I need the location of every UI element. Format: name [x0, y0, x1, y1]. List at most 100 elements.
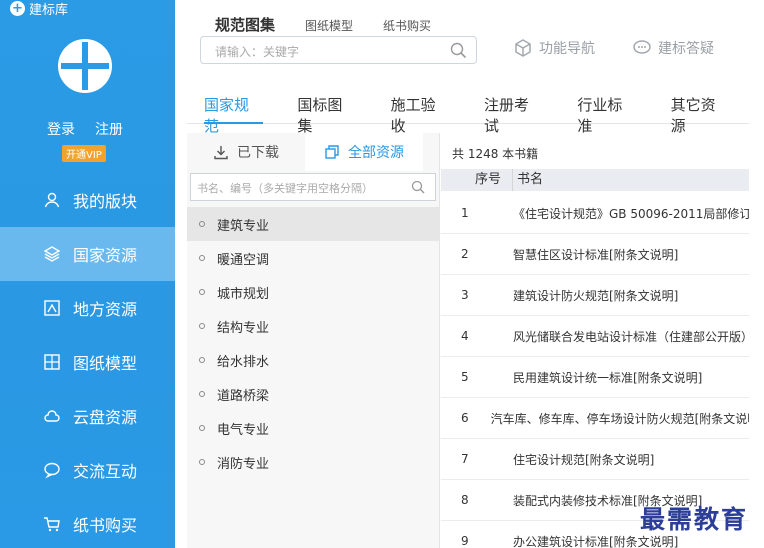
category-label: 城市规划: [217, 286, 270, 302]
bullet-icon: [199, 391, 205, 397]
sidebar-item-label: 地方资源: [73, 300, 138, 319]
bullet-icon: [199, 459, 205, 465]
category-item-architecture[interactable]: 建筑专业: [187, 207, 440, 241]
book-title[interactable]: 汽车库、修车库、停车场设计防火规范[附条文说明]: [491, 410, 764, 427]
chat-icon: [44, 462, 60, 479]
tab-national-atlas[interactable]: 国标图集: [297, 86, 356, 135]
search-icon[interactable]: [411, 180, 425, 194]
category-item-water[interactable]: 给水排水: [187, 343, 440, 377]
filter-panel: 已下载 全部资源 书名、编号（多关键字用空格分隔） 建筑专业 暖通空调 城市规划…: [187, 133, 440, 548]
sidebar-item-drawings[interactable]: 图纸模型: [0, 335, 175, 389]
cloud-icon: [44, 410, 60, 422]
book-count: 共 1248 本书籍: [452, 147, 539, 161]
tab-downloaded-label: 已下载: [237, 145, 279, 161]
top-bar: 规范图集 图纸模型 纸书购买 请输入：关键字 功能导航 建标答疑: [175, 0, 764, 75]
bullet-icon: [199, 357, 205, 363]
qa-label: 建标答疑: [658, 41, 714, 57]
column-header-number[interactable]: 序号: [441, 169, 513, 191]
login-link[interactable]: 登录: [47, 119, 75, 139]
download-icon: [214, 146, 228, 160]
category-item-structure[interactable]: 结构专业: [187, 309, 440, 343]
qa-button[interactable]: 建标答疑: [632, 38, 714, 58]
tab-industry-standards[interactable]: 行业标准: [577, 86, 636, 135]
column-header-name[interactable]: 书名: [513, 169, 543, 191]
watermark: 最需教育: [640, 505, 749, 534]
book-search-input[interactable]: 书名、编号（多关键字用空格分隔）: [190, 173, 436, 201]
row-number: 6: [461, 411, 469, 425]
table-row[interactable]: 6 汽车库、修车库、停车场设计防火规范[附条文说明]: [441, 398, 764, 439]
category-label: 给水排水: [217, 354, 270, 370]
tab-national-standards[interactable]: 国家规范: [204, 86, 264, 135]
blueprint-icon: [44, 354, 60, 370]
cart-icon: [44, 517, 60, 532]
category-label: 结构专业: [217, 320, 270, 336]
row-number: 3: [461, 288, 469, 302]
copy-icon: [325, 145, 339, 159]
top-tabs: 规范图集 图纸模型 纸书购买: [215, 14, 431, 35]
row-number: 1: [461, 206, 469, 220]
speech-bubble-icon: [633, 40, 651, 54]
row-number: 5: [461, 370, 469, 384]
table-row[interactable]: 1 《住宅设计规范》GB 50096-2011局部修订: [441, 193, 764, 234]
sidebar-item-cloud[interactable]: 云盘资源: [0, 389, 175, 443]
table-row[interactable]: 4 风光储联合发电站设计标准（住建部公开版）: [441, 316, 764, 357]
tab-all-resources[interactable]: 全部资源: [305, 133, 423, 171]
category-item-urban-planning[interactable]: 城市规划: [187, 275, 440, 309]
category-item-roads-bridges[interactable]: 道路桥梁: [187, 377, 440, 411]
category-item-hvac[interactable]: 暖通空调: [187, 241, 440, 275]
category-item-fire-protection[interactable]: 消防专业: [187, 445, 440, 479]
book-title[interactable]: 《住宅设计规范》GB 50096-2011局部修订: [513, 205, 751, 222]
function-nav-button[interactable]: 功能导航: [513, 38, 595, 58]
sidebar-item-label: 云盘资源: [73, 408, 138, 427]
sidebar-item-local-resources[interactable]: 地方资源: [0, 281, 175, 335]
book-title[interactable]: 民用建筑设计统一标准[附条文说明]: [513, 369, 702, 386]
search-placeholder: 请输入：关键字: [215, 45, 300, 59]
auth-links: 登录 注册: [47, 119, 123, 139]
tab-downloaded[interactable]: 已下载: [187, 133, 305, 171]
book-title[interactable]: 建筑设计防火规范[附条文说明]: [513, 287, 678, 304]
category-tabs: 国家规范 国标图集 施工验收 注册考试 行业标准 其它资源: [187, 86, 764, 135]
tab-other-resources[interactable]: 其它资源: [671, 86, 730, 135]
category-label: 消防专业: [217, 456, 270, 472]
table-body: 1 《住宅设计规范》GB 50096-2011局部修订 2 智慧住区设计标准[附条文…: [441, 193, 764, 548]
tab-all-resources-label: 全部资源: [348, 145, 404, 161]
sidebar: + 建标库 登录 注册 开通VIP 我的版块 国家资源 地方资源 图纸模型 云盘…: [0, 0, 175, 548]
book-title[interactable]: 风光储联合发电站设计标准（住建部公开版）: [513, 328, 753, 345]
sidebar-item-label: 国家资源: [73, 246, 138, 265]
table-row[interactable]: 2 智慧住区设计标准[附条文说明]: [441, 234, 764, 275]
table-header: 序号 书名: [441, 169, 764, 191]
row-number: 7: [461, 452, 469, 466]
table-row[interactable]: 3 建筑设计防火规范[附条文说明]: [441, 275, 764, 316]
table-row[interactable]: 7 住宅设计规范[附条文说明]: [441, 439, 764, 480]
row-number: 4: [461, 329, 469, 343]
tab-paper-books[interactable]: 纸书购买: [383, 17, 431, 34]
sidebar-item-community[interactable]: 交流互动: [0, 443, 175, 497]
tab-construction-acceptance[interactable]: 施工验收: [391, 86, 450, 135]
book-title[interactable]: 智慧住区设计标准[附条文说明]: [513, 246, 678, 263]
plus-circle-icon: +: [10, 0, 25, 16]
search-icon[interactable]: [450, 42, 467, 59]
category-item-electrical[interactable]: 电气专业: [187, 411, 440, 445]
sidebar-item-book-purchase[interactable]: 纸书购买: [0, 497, 175, 548]
function-nav-label: 功能导航: [539, 41, 595, 57]
user-icon: [44, 192, 60, 208]
tab-drawing-models[interactable]: 图纸模型: [305, 17, 353, 34]
app-title: + 建标库: [10, 0, 68, 18]
map-icon: [44, 300, 60, 316]
row-number: 9: [461, 534, 469, 548]
bullet-icon: [199, 289, 205, 295]
book-list: 共 1248 本书籍 序号 书名 1 《住宅设计规范》GB 50096-2011局…: [441, 133, 764, 548]
sidebar-item-my-section[interactable]: 我的版块: [0, 173, 175, 227]
vip-button[interactable]: 开通VIP: [62, 145, 106, 162]
table-row[interactable]: 5 民用建筑设计统一标准[附条文说明]: [441, 357, 764, 398]
layers-icon: [43, 246, 61, 262]
row-number: 8: [461, 493, 469, 507]
sidebar-item-national-resources[interactable]: 国家资源: [0, 227, 175, 281]
tab-standards-atlas[interactable]: 规范图集: [215, 14, 275, 35]
sidebar-nav: 我的版块 国家资源 地方资源 图纸模型 云盘资源 交流互动 纸书购买: [0, 173, 175, 548]
category-label: 电气专业: [217, 422, 270, 438]
search-input[interactable]: 请输入：关键字: [200, 36, 477, 64]
tab-registration-exam[interactable]: 注册考试: [484, 86, 543, 135]
register-link[interactable]: 注册: [95, 119, 123, 139]
book-title[interactable]: 住宅设计规范[附条文说明]: [513, 451, 654, 468]
